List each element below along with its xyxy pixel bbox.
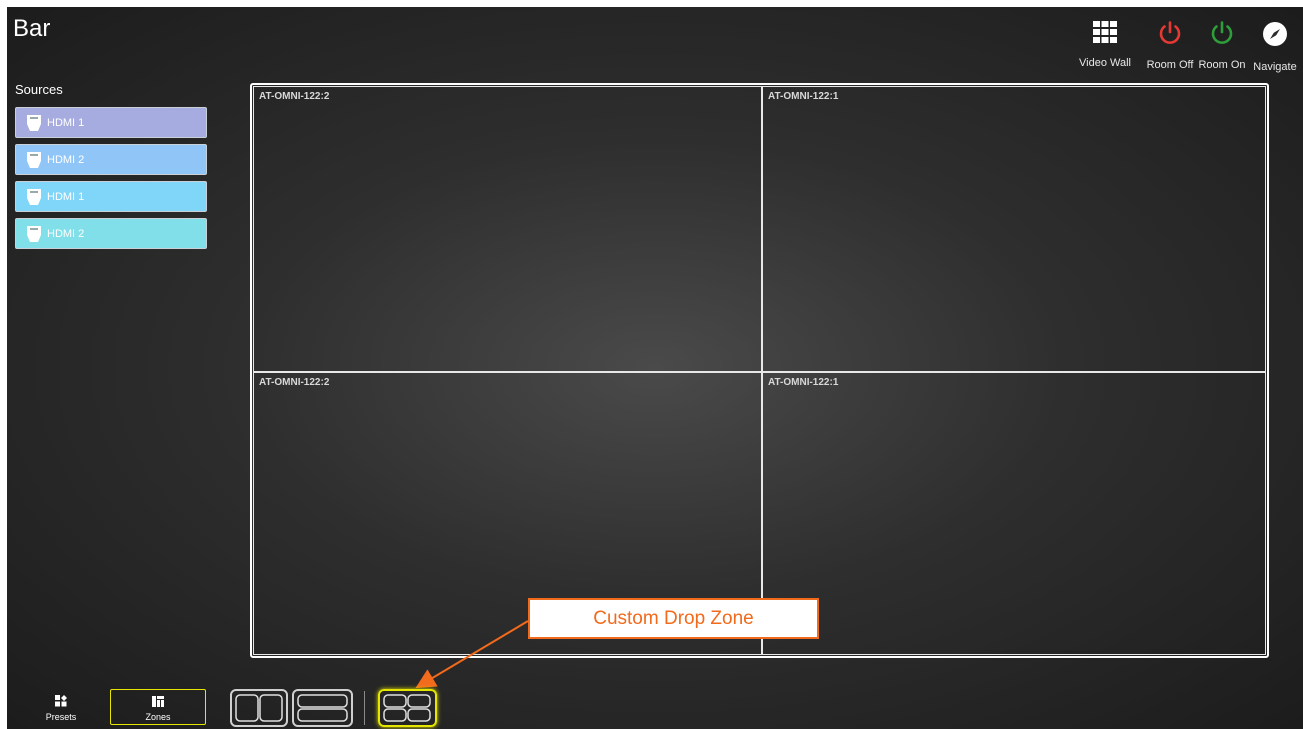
- navigate-button[interactable]: Navigate: [1243, 21, 1303, 73]
- presets-icon: [55, 695, 67, 707]
- source-label: HDMI 1: [47, 116, 85, 129]
- video-wall-button[interactable]: Video Wall: [1073, 21, 1137, 69]
- sources-heading: Sources: [15, 82, 63, 97]
- power-icon: [1211, 21, 1233, 44]
- source-item-hdmi-2[interactable]: HDMI 2: [15, 218, 207, 249]
- two-columns-layout-button[interactable]: [230, 689, 288, 727]
- presets-button[interactable]: Presets: [37, 689, 85, 725]
- zone-label: AT-OMNI-122:1: [768, 377, 839, 388]
- zones-tab[interactable]: Zones: [110, 689, 206, 725]
- two-rows-layout-button[interactable]: [292, 689, 353, 727]
- zones-icon: [152, 696, 164, 707]
- presets-label: Presets: [45, 712, 77, 722]
- source-item-hdmi-2[interactable]: HDMI 2: [15, 144, 207, 175]
- source-item-hdmi-1[interactable]: HDMI 1: [15, 107, 207, 138]
- quad-layout-icon: [383, 694, 431, 722]
- zone-label: AT-OMNI-122:2: [259, 377, 330, 388]
- zone-label: AT-OMNI-122:2: [259, 91, 330, 102]
- source-list: HDMI 1 HDMI 2 HDMI 1 HDMI 2: [15, 107, 207, 255]
- video-wall-label: Video Wall: [1079, 57, 1131, 69]
- wall-zone[interactable]: AT-OMNI-122:1: [762, 86, 1266, 372]
- wall-zone[interactable]: AT-OMNI-122:1: [762, 372, 1266, 655]
- two-rows-layout-icon: [297, 694, 348, 722]
- callout-arrow-icon: [415, 620, 529, 689]
- navigate-label: Navigate: [1253, 61, 1297, 73]
- hdmi-icon: [27, 114, 41, 131]
- wall-zone[interactable]: AT-OMNI-122:2: [253, 86, 762, 372]
- two-columns-layout-icon: [235, 694, 283, 722]
- video-wall-canvas: AT-OMNI-122:2 AT-OMNI-122:1 AT-OMNI-122:…: [250, 83, 1269, 658]
- quad-layout-button[interactable]: [378, 689, 437, 727]
- hdmi-icon: [27, 151, 41, 168]
- source-item-hdmi-1[interactable]: HDMI 1: [15, 181, 207, 212]
- power-icon: [1159, 21, 1181, 44]
- room-title: Bar: [13, 15, 51, 42]
- video-wall-app: Bar Video Wall Room Off Room On Navigate…: [7, 7, 1303, 729]
- source-label: HDMI 2: [47, 227, 85, 240]
- layout-divider: [364, 691, 365, 725]
- zone-label: AT-OMNI-122:1: [768, 91, 839, 102]
- custom-drop-zone-callout: Custom Drop Zone: [528, 598, 819, 639]
- hdmi-icon: [27, 188, 41, 205]
- grid-icon: [1093, 21, 1117, 43]
- compass-icon: [1263, 22, 1287, 46]
- source-label: HDMI 1: [47, 190, 85, 203]
- hdmi-icon: [27, 225, 41, 242]
- zones-label: Zones: [145, 712, 171, 722]
- source-label: HDMI 2: [47, 153, 85, 166]
